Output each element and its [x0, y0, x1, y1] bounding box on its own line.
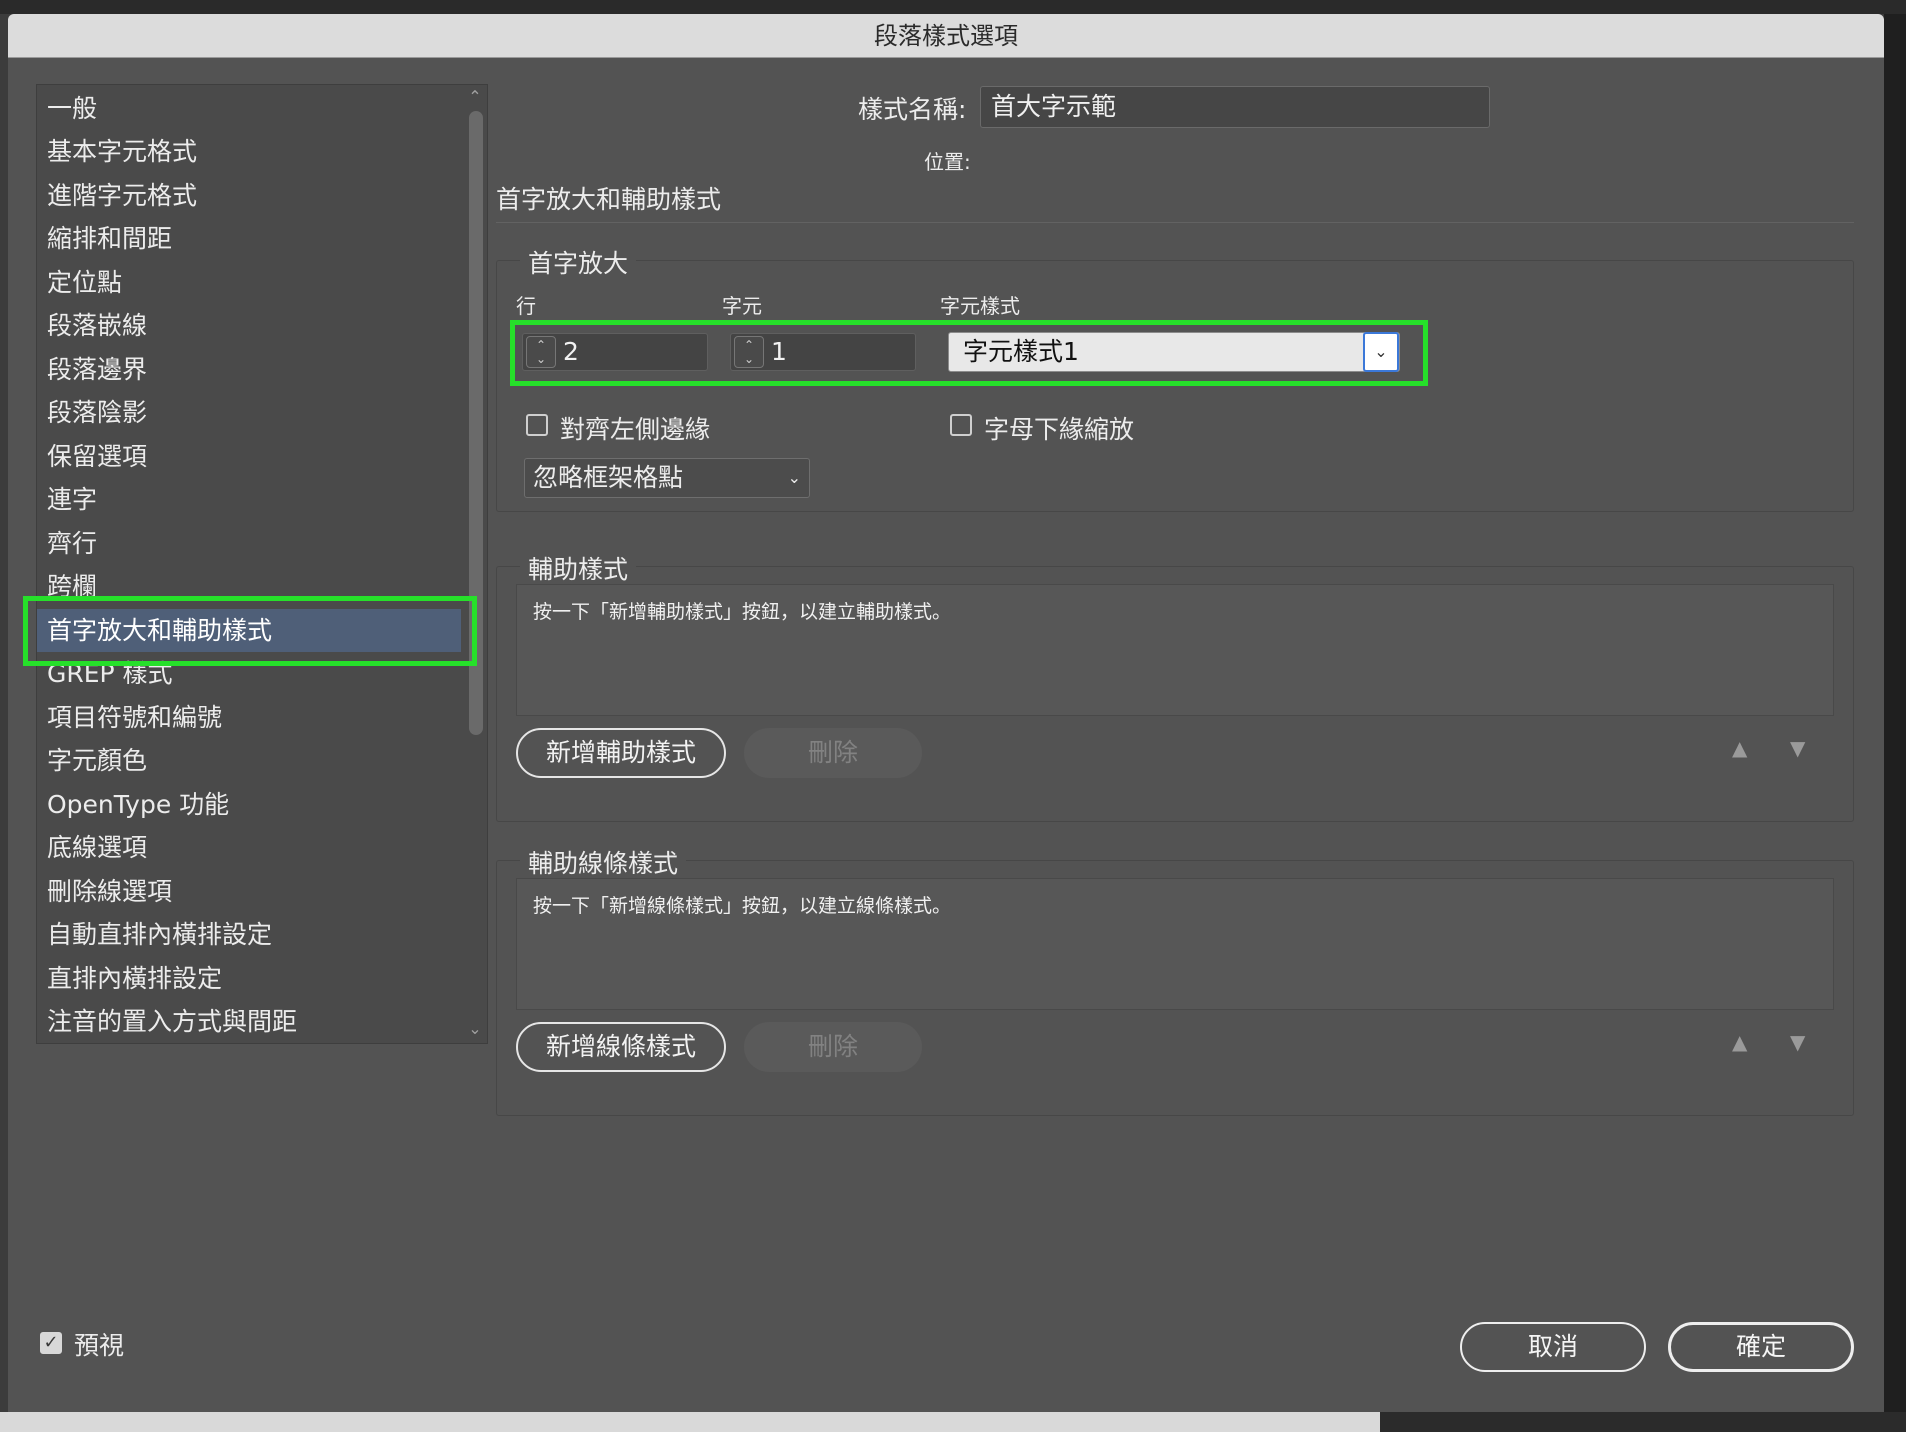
ok-button[interactable]: 確定	[1668, 1322, 1854, 1372]
lines-label: 行	[516, 294, 536, 318]
drop-caps-title: 首字放大	[520, 244, 637, 280]
sidebar-item-bullets-numbering[interactable]: 項目符號和編號	[47, 696, 222, 739]
scroll-down-icon[interactable]: ⌄	[465, 1019, 485, 1039]
nested-line-styles-hint: 按一下「新增線條樣式」按鈕，以建立線條樣式。	[533, 895, 952, 917]
background-app-bottom	[0, 1412, 1906, 1432]
cancel-button[interactable]: 取消	[1460, 1322, 1646, 1372]
location-label: 位置:	[924, 150, 971, 174]
align-left-edge-label[interactable]: 對齊左側邊緣	[560, 410, 710, 446]
new-nested-style-button[interactable]: 新增輔助樣式	[516, 728, 726, 778]
background-app-top	[0, 0, 1906, 14]
style-name-label: 樣式名稱:	[858, 95, 967, 124]
dialog-title: 段落樣式選項	[8, 14, 1884, 58]
highlight-selected-category	[23, 596, 477, 666]
sidebar-item-strikethrough-options[interactable]: 刪除線選項	[47, 870, 172, 913]
move-down-icon[interactable]: ▼	[1790, 736, 1805, 760]
style-name-field[interactable]: 首大字示範	[980, 86, 1490, 128]
sidebar-item-indents-spacing[interactable]: 縮排和間距	[47, 217, 172, 260]
character-style-label: 字元樣式	[940, 294, 1020, 318]
sidebar-item-paragraph-border[interactable]: 段落邊界	[47, 348, 147, 391]
sidebar-item-advanced-character-formats[interactable]: 進階字元格式	[47, 174, 197, 217]
background-app-right	[1884, 14, 1906, 1412]
section-divider	[496, 222, 1854, 223]
characters-label: 字元	[722, 294, 762, 318]
highlight-drop-caps-fields	[510, 320, 1428, 386]
sidebar-item-paragraph-shading[interactable]: 段落陰影	[47, 391, 147, 434]
category-list[interactable]: 一般 基本字元格式 進階字元格式 縮排和間距 定位點 段落嵌線 段落邊界 段落陰…	[36, 84, 488, 1044]
sidebar-item-tabs[interactable]: 定位點	[47, 261, 122, 304]
nested-styles-hint: 按一下「新增輔助樣式」按鈕，以建立輔助樣式。	[533, 601, 952, 623]
move-up-icon[interactable]: ▲	[1732, 736, 1747, 760]
sidebar-item-character-color[interactable]: 字元顏色	[47, 739, 147, 782]
preview-label[interactable]: 預視	[74, 1326, 124, 1362]
align-left-edge-checkbox[interactable]	[526, 414, 548, 436]
sidebar-item-paragraph-rules[interactable]: 段落嵌線	[47, 304, 147, 347]
nested-line-styles-title: 輔助線條樣式	[520, 844, 687, 880]
delete-line-style-button[interactable]: 刪除	[744, 1022, 922, 1072]
move-down-icon[interactable]: ▼	[1790, 1030, 1805, 1054]
sidebar-item-general[interactable]: 一般	[47, 87, 97, 130]
section-title: 首字放大和輔助樣式	[496, 185, 722, 214]
frame-grid-select[interactable]: 忽略框架格點 ⌄	[524, 458, 810, 498]
chevron-down-icon: ⌄	[787, 468, 801, 487]
nested-line-styles-list[interactable]: 按一下「新增線條樣式」按鈕，以建立線條樣式。	[516, 878, 1834, 1010]
category-list-scrollbar[interactable]: ⌃ ⌄	[463, 85, 487, 1043]
scale-descenders-label[interactable]: 字母下緣縮放	[984, 410, 1134, 446]
sidebar-item-ruby-placement[interactable]: 注音的置入方式與間距	[47, 1000, 297, 1043]
sidebar-item-auto-tate-chu-yoko[interactable]: 自動直排內橫排設定	[47, 913, 272, 956]
nested-styles-list[interactable]: 按一下「新增輔助樣式」按鈕，以建立輔助樣式。	[516, 584, 1834, 716]
frame-grid-value: 忽略框架格點	[533, 463, 684, 492]
nested-styles-title: 輔助樣式	[520, 550, 637, 586]
sidebar-item-basic-character-formats[interactable]: 基本字元格式	[47, 130, 197, 173]
sidebar-item-tate-chu-yoko[interactable]: 直排內橫排設定	[47, 957, 222, 1000]
new-line-style-button[interactable]: 新增線條樣式	[516, 1022, 726, 1072]
sidebar-item-opentype-features[interactable]: OpenType 功能	[47, 783, 229, 826]
sidebar-item-justification[interactable]: 齊行	[47, 522, 97, 565]
scroll-up-icon[interactable]: ⌃	[465, 87, 485, 107]
sidebar-item-hyphenation[interactable]: 連字	[47, 478, 97, 521]
sidebar-item-keep-options[interactable]: 保留選項	[47, 435, 147, 478]
delete-nested-style-button[interactable]: 刪除	[744, 728, 922, 778]
scale-descenders-checkbox[interactable]	[950, 414, 972, 436]
move-up-icon[interactable]: ▲	[1732, 1030, 1747, 1054]
sidebar-item-underline-options[interactable]: 底線選項	[47, 826, 147, 869]
paragraph-style-options-dialog: 段落樣式選項 一般 基本字元格式 進階字元格式 縮排和間距 定位點 段落嵌線 段…	[8, 14, 1884, 1412]
preview-checkbox[interactable]: ✓	[40, 1332, 62, 1354]
